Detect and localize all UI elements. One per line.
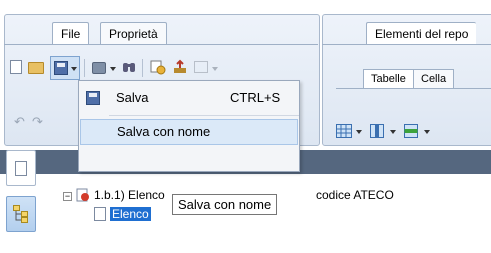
inner-tab-baseline xyxy=(336,88,491,89)
sidebar-tree-button[interactable] xyxy=(6,196,36,232)
tab-tabelle-label: Tabelle xyxy=(371,73,406,85)
save-disk-icon xyxy=(86,91,100,105)
insert-column-icon[interactable] xyxy=(370,124,384,138)
menu-item-salva-con-nome[interactable]: Salva con nome xyxy=(80,119,298,145)
insert-column-dropdown-icon[interactable] xyxy=(390,130,396,134)
tab-proprieta-label: Proprietà xyxy=(109,27,158,41)
toolbar-separator xyxy=(142,59,143,77)
insert-table-dropdown-icon[interactable] xyxy=(356,130,362,134)
save-dropdown-arrow-icon[interactable] xyxy=(71,67,77,71)
insert-row-dropdown-icon[interactable] xyxy=(424,130,430,134)
tree-structure-icon xyxy=(13,205,29,223)
print-dropdown-arrow-icon[interactable] xyxy=(110,67,116,71)
tab-proprieta[interactable]: Proprietà xyxy=(100,22,167,45)
menu-item-salva-shortcut: CTRL+S xyxy=(230,90,281,105)
find-binoculars-icon[interactable] xyxy=(122,60,136,74)
tree-child-label: Elenco xyxy=(110,207,151,221)
tree-child-node[interactable]: Elenco xyxy=(110,207,151,221)
insert-table-icon[interactable] xyxy=(336,124,352,138)
insert-row-icon[interactable] xyxy=(404,124,418,138)
tab-baseline xyxy=(4,44,318,45)
save-disk-icon[interactable] xyxy=(54,61,68,75)
report-node-icon xyxy=(76,188,90,202)
right-tab-baseline xyxy=(322,44,491,45)
tab-elementi-label: Elementi del repo xyxy=(375,27,469,41)
export-icon[interactable] xyxy=(172,59,188,75)
undo-icon[interactable]: ↶ xyxy=(14,114,28,129)
sidebar-document-button[interactable] xyxy=(6,150,36,186)
tooltip: Salva con nome xyxy=(172,194,278,215)
tree-root-label: 1.b.1) Elenco xyxy=(94,188,165,202)
tree-root-suffix-label: codice ATECO xyxy=(316,188,394,202)
document-icon xyxy=(15,161,27,176)
tab-elementi-report[interactable]: Elementi del repo xyxy=(366,22,477,45)
inner-tabs-area xyxy=(340,64,491,65)
email-dropdown-arrow-icon[interactable] xyxy=(212,67,218,71)
schedule-icon[interactable] xyxy=(150,59,166,75)
save-dropdown-menu: Salva CTRL+S Salva con nome xyxy=(78,80,300,172)
tab-cella-label: Cella xyxy=(421,73,447,85)
redo-icon[interactable]: ↷ xyxy=(32,114,46,129)
tree-root-node[interactable]: 1.b.1) Elenco xyxy=(94,188,165,202)
menu-item-salva-label: Salva xyxy=(116,90,149,105)
print-icon[interactable] xyxy=(92,62,106,74)
menu-item-salva[interactable]: Salva CTRL+S xyxy=(80,85,298,111)
tooltip-text: Salva con nome xyxy=(178,197,272,212)
tree-root-suffix: codice ATECO xyxy=(316,188,394,202)
email-icon[interactable] xyxy=(194,61,208,73)
toolbar-separator xyxy=(84,59,85,77)
tab-file-label: File xyxy=(61,27,81,41)
menu-item-salva-con-nome-label: Salva con nome xyxy=(117,124,211,139)
tab-file[interactable]: File xyxy=(52,22,90,45)
tab-tabelle[interactable]: Tabelle xyxy=(363,69,414,88)
tab-cella[interactable]: Cella xyxy=(413,69,455,88)
tree-collapse-toggle[interactable]: − xyxy=(63,192,72,201)
open-folder-icon[interactable] xyxy=(28,62,44,74)
menu-separator xyxy=(109,115,299,116)
new-document-icon[interactable] xyxy=(10,60,22,74)
list-node-icon xyxy=(94,207,106,221)
